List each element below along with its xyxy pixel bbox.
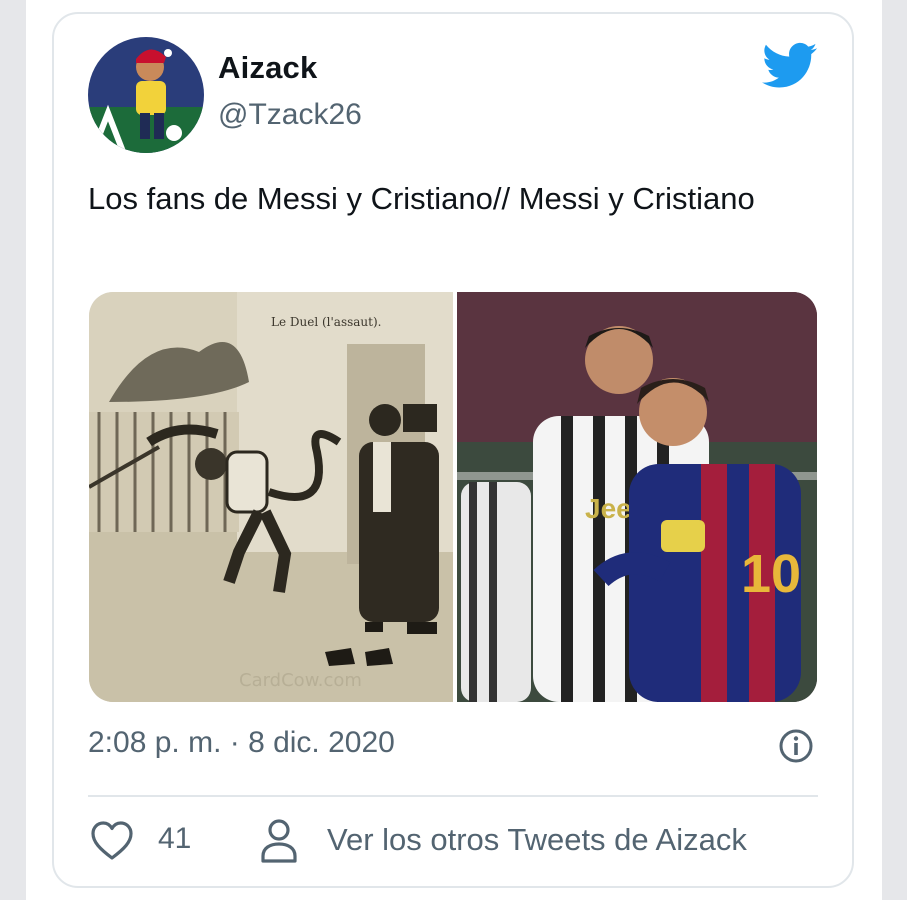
avatar[interactable] [88,37,204,153]
info-icon[interactable] [778,728,814,764]
divider [88,795,818,797]
jersey-number: 10 [741,544,801,604]
author-handle[interactable]: @Tzack26 [218,98,362,132]
author-name[interactable]: Aizack [218,50,317,86]
person-icon[interactable] [260,818,298,864]
postcard-caption: Le Duel (l'assaut). [271,315,381,329]
postcard-watermark: CardCow.com [239,670,362,691]
tweet-timestamp[interactable]: 2:08 p. m. · 8 dic. 2020 [88,726,395,760]
heart-icon[interactable] [90,820,134,862]
like-count: 41 [158,822,192,855]
tweet-media[interactable]: Le Duel (l'assaut). CardCow.com Jeep 10 [89,292,817,702]
other-tweets-link[interactable]: Ver los otros Tweets de Aizack [327,822,747,858]
twitter-bird-icon[interactable] [762,42,818,90]
tweet-text: Los fans de Messi y Cristiano// Messi y … [88,181,755,216]
